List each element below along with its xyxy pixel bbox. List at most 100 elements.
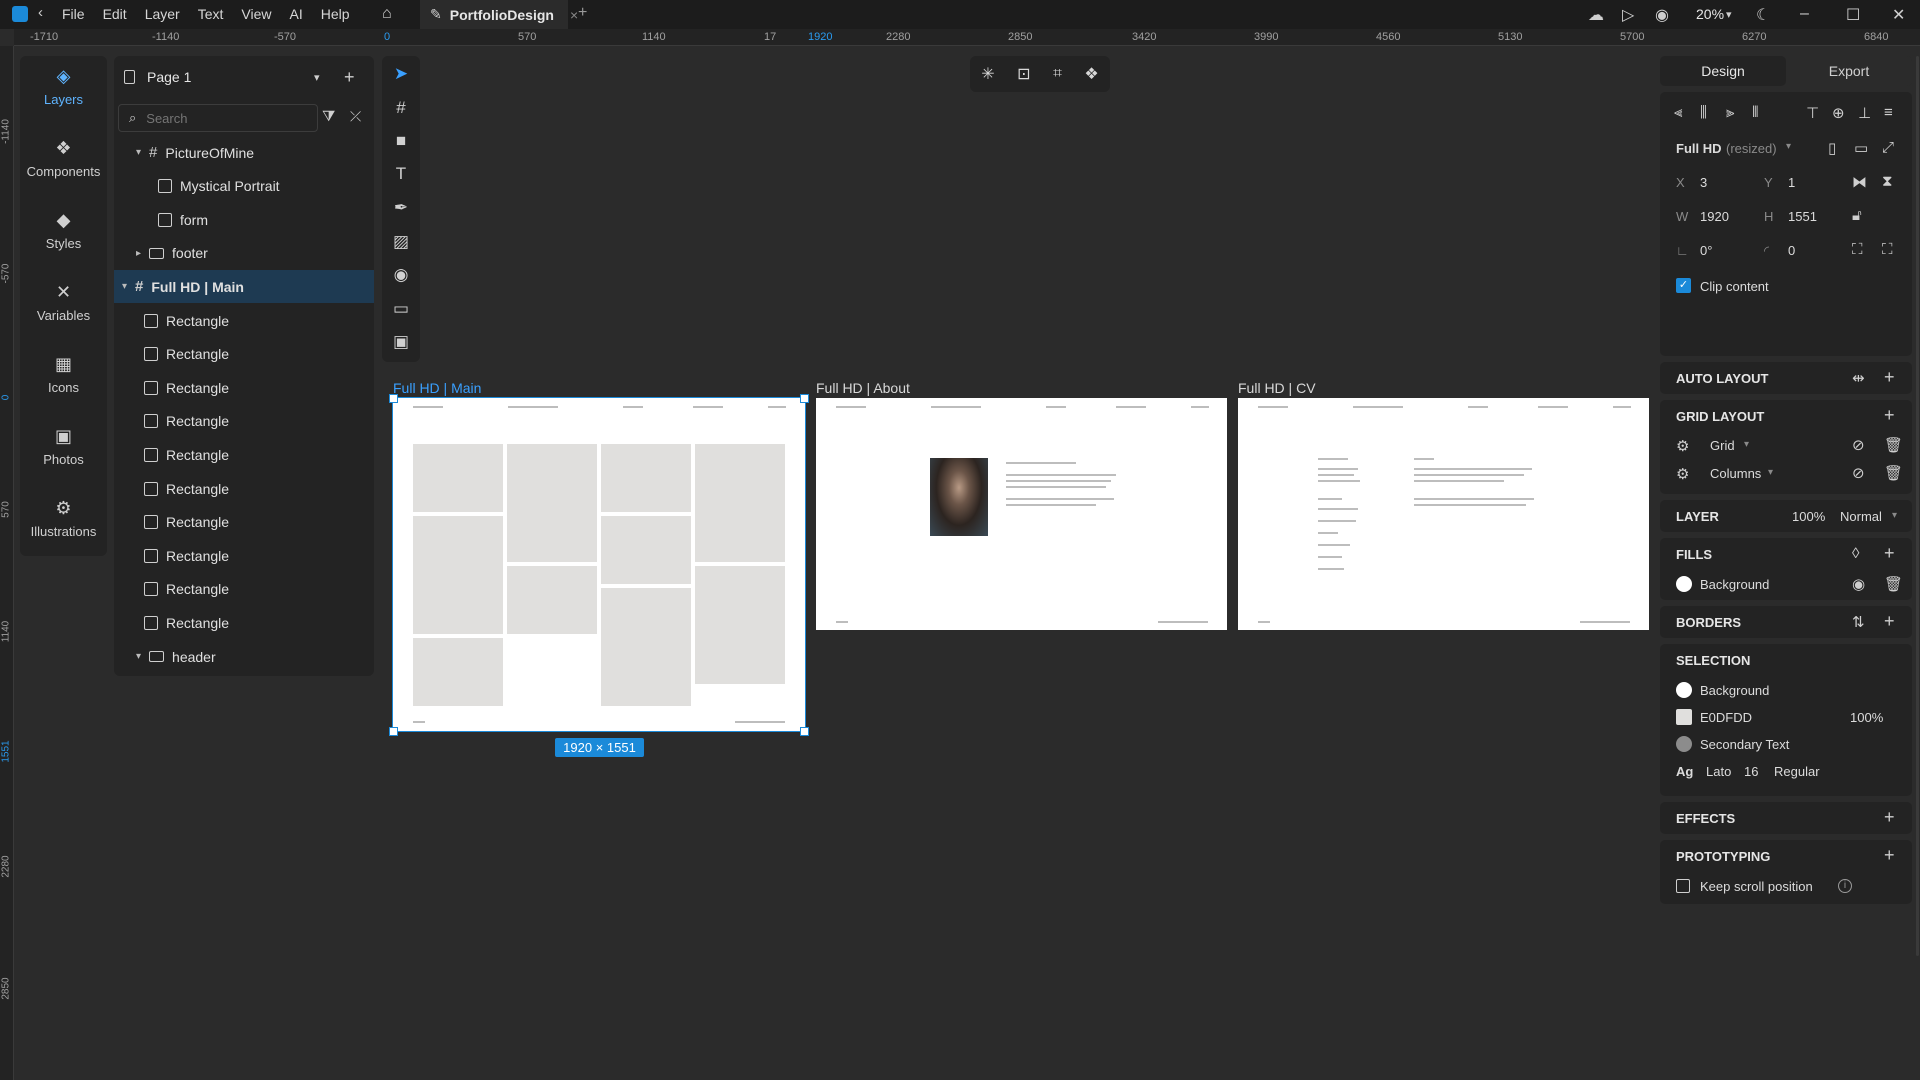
align-bottom-icon[interactable]: ⊥ [1858, 104, 1871, 122]
move-tool-icon[interactable]: ➤ [391, 64, 411, 84]
layer-opacity[interactable]: 100% [1792, 509, 1825, 524]
layer-row[interactable]: Rectangle [114, 304, 374, 337]
close-window-icon[interactable]: ✕ [1892, 5, 1905, 25]
add-icon[interactable]: + [1884, 405, 1895, 426]
input-tool-icon[interactable]: ▭ [391, 299, 411, 319]
caret-down-icon[interactable]: ▾ [136, 651, 141, 662]
auto-layout-icon[interactable]: ⇹ [1852, 369, 1865, 387]
add-icon[interactable]: + [1884, 367, 1895, 388]
add-icon[interactable]: + [1884, 807, 1895, 828]
align-center-h-icon[interactable]: ⫼ [1700, 104, 1707, 121]
play-icon[interactable]: ▷ [1622, 5, 1634, 25]
close-tab-icon[interactable]: × [570, 7, 578, 23]
chevron-down-icon[interactable]: ▾ [1768, 467, 1773, 478]
caret-down-icon[interactable]: ▾ [122, 281, 127, 292]
layer-row[interactable]: Rectangle [114, 539, 374, 572]
rectangle[interactable] [507, 566, 597, 634]
panel-scrollbar[interactable] [1916, 56, 1919, 956]
menu-view[interactable]: View [241, 6, 271, 22]
distribute-h-icon[interactable]: ⦀ [1752, 104, 1759, 121]
menu-ai[interactable]: AI [290, 6, 303, 22]
zoom-level[interactable]: 20% [1696, 6, 1724, 22]
chevron-down-icon[interactable]: ▾ [1726, 8, 1732, 21]
selection-swatch[interactable] [1676, 682, 1692, 698]
frame-name[interactable]: Full HD [1676, 141, 1722, 156]
artboard-main[interactable] [392, 397, 806, 732]
columns-settings-icon[interactable]: ⚙ [1676, 465, 1689, 483]
rectangle[interactable] [601, 444, 691, 512]
maximize-icon[interactable]: ☐ [1846, 5, 1860, 25]
search-input[interactable] [146, 110, 297, 126]
artboard-about[interactable] [816, 398, 1227, 630]
image-tool-icon[interactable]: ▨ [391, 232, 411, 252]
portrait-orient-icon[interactable]: ▯ [1828, 139, 1836, 157]
align-left-icon[interactable]: ⫷ [1674, 104, 1682, 121]
layer-row[interactable]: Rectangle [114, 338, 374, 371]
pen-tool-icon[interactable]: ✒ [391, 198, 411, 218]
rectangle[interactable] [507, 444, 597, 562]
independent-corners-icon[interactable]: ⛶ [1852, 241, 1863, 258]
x-input[interactable]: 3 [1700, 175, 1707, 190]
fill-style-icon[interactable]: ◊ [1852, 545, 1859, 562]
layer-row[interactable]: form [114, 203, 374, 236]
minimize-icon[interactable]: – [1800, 5, 1809, 23]
columns-type[interactable]: Columns [1710, 466, 1761, 481]
portrait-photo[interactable] [930, 458, 988, 536]
trash-icon[interactable]: 🗑︎ [1884, 575, 1903, 593]
rectangle-tool-icon[interactable]: ■ [391, 131, 411, 151]
eye-icon[interactable]: ◉ [1852, 575, 1865, 593]
artboard-label-about[interactable]: Full HD | About [816, 380, 910, 396]
font-weight[interactable]: Regular [1774, 764, 1820, 779]
selection-opacity[interactable]: 100% [1850, 710, 1883, 725]
selection-color-name[interactable]: E0DFDD [1700, 710, 1752, 725]
layer-row[interactable]: Rectangle [114, 472, 374, 505]
selection-color-name[interactable]: Secondary Text [1700, 737, 1789, 752]
rail-layers[interactable]: ◈ Layers [20, 66, 107, 107]
layer-search[interactable]: ⌕ [118, 104, 318, 132]
layer-row[interactable]: ▾ # Full HD | Main [114, 270, 374, 304]
keep-scroll-checkbox[interactable] [1676, 879, 1690, 893]
blend-mode[interactable]: Normal [1840, 509, 1882, 524]
rail-components[interactable]: ❖ Components [20, 138, 107, 179]
font-size[interactable]: 16 [1744, 764, 1758, 779]
layer-row[interactable]: Rectangle [114, 371, 374, 404]
resize-handle[interactable] [800, 727, 809, 736]
y-input[interactable]: 1 [1788, 175, 1795, 190]
menu-text[interactable]: Text [198, 6, 224, 22]
artboard-label-cv[interactable]: Full HD | CV [1238, 380, 1316, 396]
rectangle[interactable] [413, 444, 503, 512]
rectangle[interactable] [601, 588, 691, 706]
resize-handle[interactable] [800, 394, 809, 403]
filter-icon[interactable]: ⧩ [322, 108, 335, 125]
flip-h-icon[interactable]: ⧓ [1852, 173, 1867, 191]
tab-design[interactable]: Design [1660, 56, 1786, 86]
crop-icon[interactable]: ⌗ [1053, 65, 1062, 83]
text-tool-icon[interactable]: T [391, 164, 411, 184]
expand-icon[interactable]: ⛶ [1882, 241, 1893, 258]
landscape-orient-icon[interactable]: ▭ [1854, 139, 1868, 157]
app-logo-icon[interactable] [12, 6, 28, 22]
add-page-icon[interactable]: + [344, 67, 355, 88]
rail-illustrations[interactable]: ⚙ Illustrations [20, 498, 107, 539]
font-family[interactable]: Lato [1706, 764, 1731, 779]
flip-v-icon[interactable]: ⧗ [1882, 173, 1893, 190]
layer-row[interactable]: Rectangle [114, 606, 374, 639]
collapse-icon[interactable]: ⤫ [350, 108, 361, 125]
component-icon[interactable]: ❖ [1084, 64, 1098, 84]
lock-ratio-icon[interactable]: 🔓︎ [1852, 207, 1862, 224]
menu-file[interactable]: File [62, 6, 85, 22]
w-input[interactable]: 1920 [1700, 209, 1729, 224]
rail-icons[interactable]: ▦ Icons [20, 354, 107, 395]
layer-row[interactable]: Mystical Portrait [114, 170, 374, 203]
menu-help[interactable]: Help [321, 6, 350, 22]
h-input[interactable]: 1551 [1788, 209, 1817, 224]
resize-handle[interactable] [389, 394, 398, 403]
selection-swatch[interactable] [1676, 736, 1692, 752]
add-icon[interactable]: + [1884, 845, 1895, 866]
artboard-cv[interactable] [1238, 398, 1649, 630]
rotation-input[interactable]: 0° [1700, 243, 1712, 258]
selection-color-name[interactable]: Background [1700, 683, 1769, 698]
layer-row[interactable]: Rectangle [114, 405, 374, 438]
fill-name[interactable]: Background [1700, 577, 1769, 592]
hide-icon[interactable]: ⊘ [1852, 464, 1865, 482]
